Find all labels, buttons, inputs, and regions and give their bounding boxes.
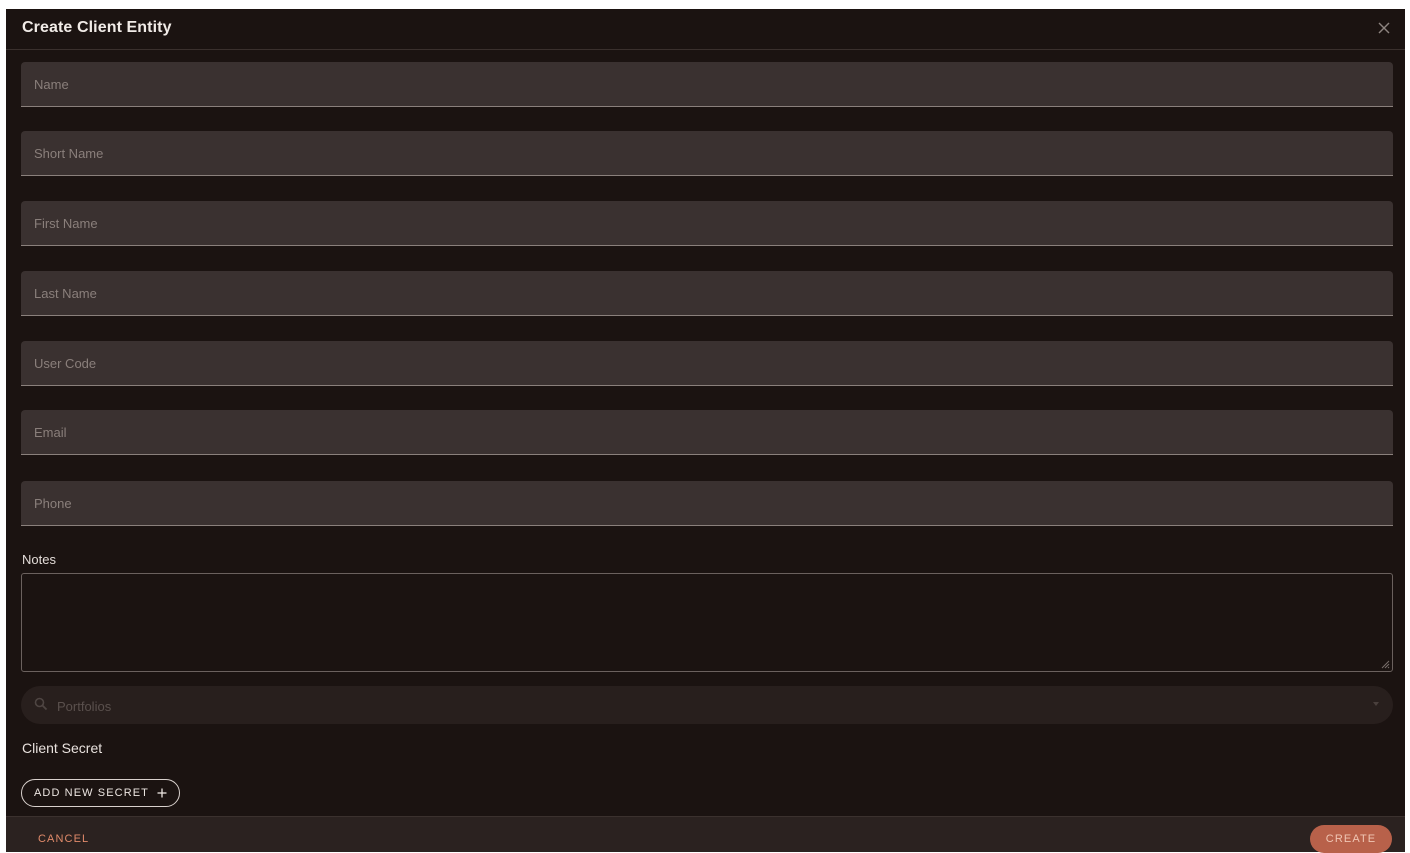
name-field <box>21 62 1393 107</box>
client-secret-label: Client Secret <box>22 740 103 756</box>
dialog-footer: CANCEL CREATE <box>6 816 1405 853</box>
chevron-down-icon <box>1373 702 1379 706</box>
portfolios-search-input[interactable] <box>55 686 1359 726</box>
phone-field <box>21 481 1393 526</box>
notes-textarea-container <box>21 573 1393 672</box>
email-field <box>21 410 1393 455</box>
close-icon <box>1378 22 1390 34</box>
last-name-input[interactable] <box>21 271 1393 315</box>
plus-icon <box>157 788 167 798</box>
user-code-input[interactable] <box>21 341 1393 385</box>
email-input[interactable] <box>21 410 1393 454</box>
add-new-secret-label: ADD NEW SECRET <box>33 787 150 799</box>
notes-label: Notes <box>22 552 56 567</box>
search-icon <box>34 697 48 711</box>
resize-handle-icon[interactable] <box>1380 659 1390 669</box>
dialog-header: Create Client Entity <box>6 9 1405 50</box>
first-name-input[interactable] <box>21 201 1393 245</box>
add-new-secret-button[interactable]: ADD NEW SECRET <box>21 779 180 807</box>
close-button[interactable] <box>1373 17 1395 39</box>
name-input[interactable] <box>21 62 1393 106</box>
last-name-field <box>21 271 1393 316</box>
create-button[interactable]: CREATE <box>1310 825 1392 853</box>
short-name-input[interactable] <box>21 131 1393 175</box>
cancel-button[interactable]: CANCEL <box>38 833 89 845</box>
first-name-field <box>21 201 1393 246</box>
notes-textarea[interactable] <box>22 574 1392 671</box>
phone-input[interactable] <box>21 481 1393 525</box>
create-client-entity-dialog: Create Client Entity Notes <box>6 9 1405 853</box>
dialog-title: Create Client Entity <box>22 19 172 36</box>
user-code-field <box>21 341 1393 386</box>
short-name-field <box>21 131 1393 176</box>
portfolios-select[interactable] <box>21 686 1393 726</box>
